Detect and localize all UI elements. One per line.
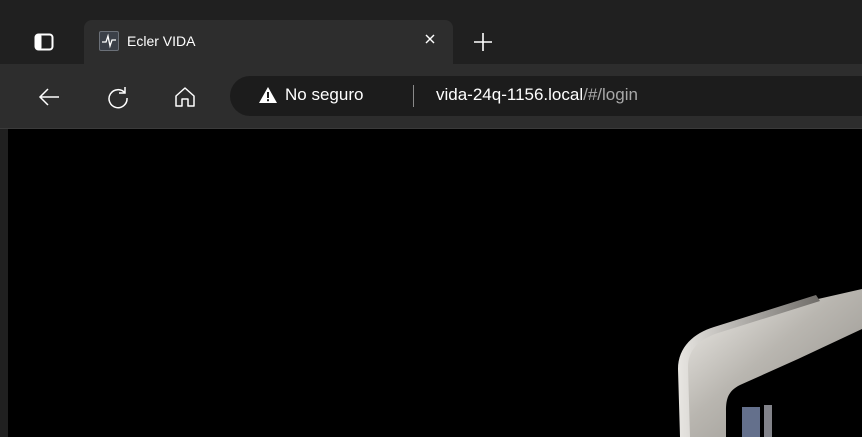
tab-ecler-vida[interactable]: Ecler VIDA <box>84 20 453 64</box>
pulse-icon <box>99 31 119 51</box>
url-path: /#/login <box>583 85 638 104</box>
url-text[interactable]: vida-24q-1156.local/#/login <box>436 85 638 105</box>
url-host: vida-24q-1156.local <box>436 85 584 104</box>
device-product-image <box>678 289 862 437</box>
page-content <box>8 129 862 437</box>
tab-strip: Ecler VIDA <box>0 0 862 64</box>
separator <box>413 85 414 107</box>
refresh-icon[interactable] <box>106 85 130 109</box>
back-arrow-icon[interactable] <box>37 85 61 109</box>
home-icon[interactable] <box>173 85 197 109</box>
security-label[interactable]: No seguro <box>285 85 363 105</box>
warning-icon[interactable] <box>258 86 278 104</box>
tab-actions-icon[interactable] <box>34 33 54 51</box>
tab-title: Ecler VIDA <box>127 33 196 49</box>
address-bar[interactable]: No seguro vida-24q-1156.local/#/login <box>230 76 862 116</box>
new-tab-icon[interactable] <box>472 31 494 53</box>
browser-toolbar: No seguro vida-24q-1156.local/#/login <box>0 64 862 129</box>
close-icon[interactable] <box>421 30 439 48</box>
